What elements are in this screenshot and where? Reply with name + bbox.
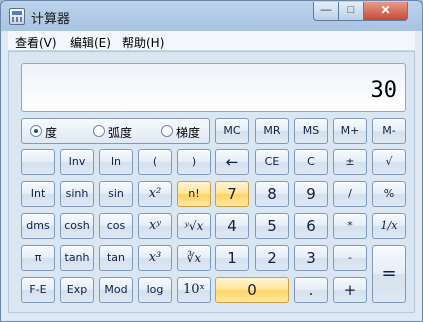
sqrt-button[interactable]: √ (372, 149, 406, 175)
x-cubed-button[interactable]: x³ (138, 245, 172, 271)
sinh-button[interactable]: sinh (60, 181, 94, 207)
digit-5-button[interactable]: 5 (255, 213, 289, 239)
dms-button[interactable]: dms (21, 213, 55, 239)
digit-8-button[interactable]: 8 (255, 181, 289, 207)
menu-help[interactable]: 帮助(H) (122, 34, 164, 51)
inv-button[interactable]: Inv (60, 149, 94, 175)
cube-root-button[interactable]: ∛x (177, 245, 211, 271)
cos-button[interactable]: cos (99, 213, 133, 239)
minimize-button[interactable]: — (313, 2, 339, 21)
decimal-button[interactable]: . (294, 277, 328, 303)
mr-button[interactable]: MR (255, 118, 289, 144)
menu-view[interactable]: 查看(V) (15, 34, 57, 51)
mc-button[interactable]: MC (215, 118, 249, 144)
y-root-x-button[interactable]: ʸ√x (177, 213, 211, 239)
digit-6-button[interactable]: 6 (294, 213, 328, 239)
angle-degrees-label: 度 (45, 126, 58, 140)
x-squared-button[interactable]: x² (138, 181, 172, 207)
close-button[interactable]: ✕ (363, 2, 408, 21)
menu-edit[interactable]: 编辑(E) (70, 34, 111, 51)
mod-button[interactable]: Mod (99, 277, 133, 303)
sin-button[interactable]: sin (99, 181, 133, 207)
radio-dot-grads (161, 125, 173, 137)
divide-button[interactable]: / (333, 181, 367, 207)
reciprocal-button[interactable]: 1/x (372, 213, 406, 239)
display-value: 30 (370, 78, 398, 103)
x-power-y-button[interactable]: xʸ (138, 213, 172, 239)
ce-button[interactable]: CE (255, 149, 289, 175)
subtract-button[interactable]: - (333, 245, 367, 271)
close-paren-button[interactable]: ) (177, 149, 211, 175)
digit-0-button[interactable]: 0 (215, 277, 289, 303)
blank-button[interactable] (21, 149, 55, 175)
digit-3-button[interactable]: 3 (294, 245, 328, 271)
title-bar[interactable]: 计算器 — □ ✕ (1, 1, 422, 31)
percent-button[interactable]: % (372, 181, 406, 207)
calculator-window: 计算器 — □ ✕ 查看(V) 编辑(E) 帮助(H) 30 度 弧度 梯度 M… (0, 0, 423, 322)
radio-dot-radians (93, 125, 105, 137)
cosh-button[interactable]: cosh (60, 213, 94, 239)
factorial-button[interactable]: n! (177, 181, 211, 207)
plus-minus-button[interactable]: ± (333, 149, 367, 175)
c-button[interactable]: C (294, 149, 328, 175)
result-display: 30 (21, 63, 406, 112)
window-title: 计算器 (31, 12, 71, 27)
multiply-button[interactable]: * (333, 213, 367, 239)
digit-4-button[interactable]: 4 (215, 213, 249, 239)
m-minus-button[interactable]: M- (372, 118, 406, 144)
digit-1-button[interactable]: 1 (215, 245, 249, 271)
digit-2-button[interactable]: 2 (255, 245, 289, 271)
menu-bar: 查看(V) 编辑(E) 帮助(H) (8, 31, 415, 51)
int-button[interactable]: Int (21, 181, 55, 207)
add-button[interactable]: + (333, 277, 367, 303)
equals-button[interactable]: = (372, 245, 406, 303)
calculator-body: 30 度 弧度 梯度 MC MR MS M+ M- Inv ln ( ) ← C… (8, 51, 415, 313)
radio-dot-degrees (30, 125, 42, 137)
maximize-button[interactable]: □ (338, 2, 364, 21)
tanh-button[interactable]: tanh (60, 245, 94, 271)
ms-button[interactable]: MS (294, 118, 328, 144)
backspace-button[interactable]: ← (215, 149, 249, 175)
fe-button[interactable]: F-E (21, 277, 55, 303)
digit-7-button[interactable]: 7 (215, 181, 249, 207)
ln-button[interactable]: ln (99, 149, 133, 175)
m-plus-button[interactable]: M+ (333, 118, 367, 144)
exp-button[interactable]: Exp (60, 277, 94, 303)
digit-9-button[interactable]: 9 (294, 181, 328, 207)
angle-mode-group: 度 弧度 梯度 (21, 118, 210, 144)
ten-power-x-button[interactable]: 10ˣ (177, 277, 211, 303)
angle-radians-label: 弧度 (108, 126, 133, 140)
angle-grads-label: 梯度 (176, 126, 201, 140)
tan-button[interactable]: tan (99, 245, 133, 271)
calculator-app-icon (9, 8, 25, 25)
log-button[interactable]: log (138, 277, 172, 303)
open-paren-button[interactable]: ( (138, 149, 172, 175)
pi-button[interactable]: π (21, 245, 55, 271)
